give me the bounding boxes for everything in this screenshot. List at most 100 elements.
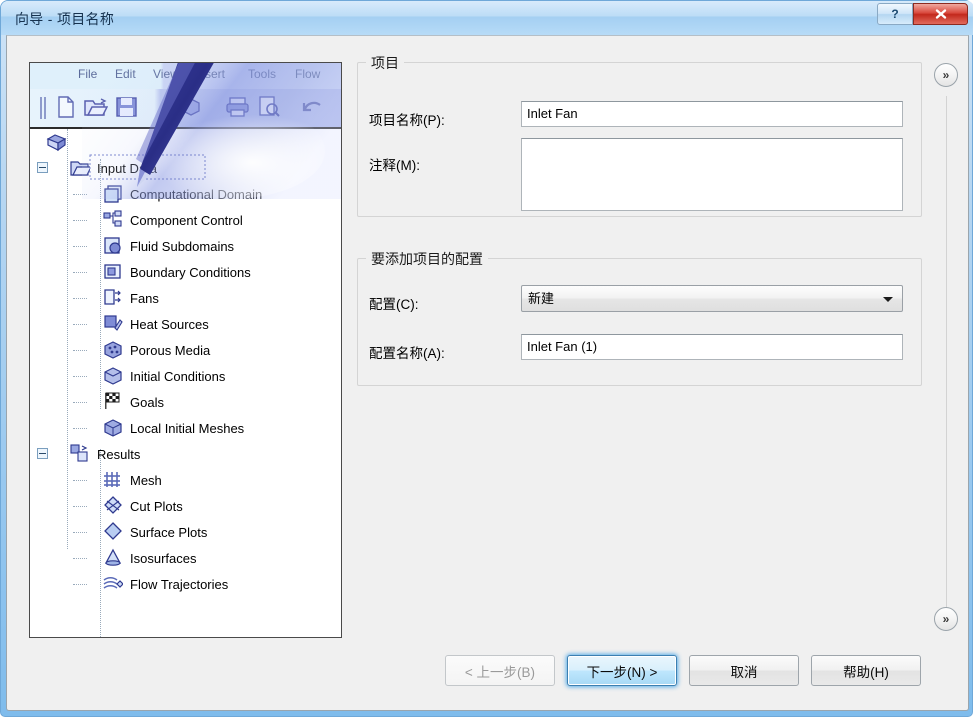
project-group-title: 项目 [366,53,404,73]
menu-item-insert: Insert [195,67,226,81]
menu-item-edit: Edit [115,67,136,81]
print-preview-icon [259,96,280,117]
tree-item-label: Mesh [130,472,162,488]
project-name-input[interactable]: Inlet Fan [521,101,903,127]
domain-box-icon [104,185,122,203]
tree-connector-line [73,194,87,195]
tree-item-fans[interactable]: Fans [30,285,341,311]
tree-item-initial-conditions[interactable]: Initial Conditions [30,363,341,389]
tree-item-label: Isosurfaces [130,550,197,566]
next-button[interactable]: 下一步(N) > [567,655,677,686]
tree-item-boundary-conditions[interactable]: Boundary Conditions [30,259,341,285]
svg-text:?: ? [891,7,898,21]
preview-menu-bar: File Edit View Insert Tools Flow [30,63,341,90]
tree-rows-container: Input Data Computational Domain Component … [30,155,341,597]
menu-item-flow: Flow [295,67,321,81]
tree-item-computational-domain[interactable]: Computational Domain [30,181,341,207]
print-icon [226,97,249,117]
tree-collapse-icon[interactable] [37,448,48,459]
tree-connector-line [73,584,87,585]
results-icon [70,444,88,462]
right-panel-divider [946,96,947,611]
tree-connector-line [73,428,87,429]
configuration-groupbox: 要添加项目的配置 [357,249,922,386]
tree-item-local-initial-meshes[interactable]: Local Initial Meshes [30,415,341,441]
configuration-dropdown-value: 新建 [528,291,555,306]
save-disk-icon [116,97,137,117]
project-comment-textarea[interactable] [521,138,903,211]
local-mesh-icon [104,419,122,437]
configuration-label: 配置(C): [369,297,419,312]
new-file-icon [58,96,74,118]
configuration-group-title: 要添加项目的配置 [366,249,488,269]
tree-item-label: Boundary Conditions [130,264,251,280]
title-bar: 向导 - 项目名称 ? [1,1,973,35]
tree-item-label: Results [97,446,141,462]
tree-item-label: Cut Plots [130,498,183,514]
tree-item-mesh[interactable]: Mesh [30,467,341,493]
wizard-window: 向导 - 项目名称 ? File Edit View Insert Tools … [0,0,973,717]
tree-item-results[interactable]: Results [30,441,341,467]
dialog-client-area: File Edit View Insert Tools Flow Input D… [6,35,969,711]
tree-item-surface-plots[interactable]: Surface Plots [30,519,341,545]
tree-item-input-data[interactable]: Input Data [30,155,341,181]
chevron-down-icon [883,296,893,302]
help-footer-button[interactable]: 帮助(H) [811,655,921,686]
tree-connector-line [73,558,87,559]
tree-connector-line [73,532,87,533]
tree-connector-line [73,402,87,403]
tree-connector-line [73,506,87,507]
cancel-button[interactable]: 取消 [689,655,799,686]
expand-bottom-button[interactable]: » [934,607,958,631]
tree-item-flow-trajectories[interactable]: Flow Trajectories [30,571,341,597]
project-root-icon [46,134,67,152]
tree-connector-line [73,350,87,351]
tree-item-porous-media[interactable]: Porous Media [30,337,341,363]
project-name-label: 项目名称(P): [369,113,445,128]
tree-item-heat-sources[interactable]: Heat Sources [30,311,341,337]
help-button[interactable]: ? [877,3,913,25]
tree-item-isosurfaces[interactable]: Isosurfaces [30,545,341,571]
tree-item-goals[interactable]: Goals [30,389,341,415]
tree-connector-line [73,324,87,325]
heat-source-icon [104,315,123,331]
fan-icon [104,289,121,305]
tree-item-fluid-subdomains[interactable]: Fluid Subdomains [30,233,341,259]
back-button[interactable]: < 上一步(B) [445,655,555,686]
configuration-name-input[interactable]: Inlet Fan (1) [521,334,903,360]
component-tree-icon [103,210,122,227]
mesh-grid-icon [104,472,120,487]
configuration-dropdown[interactable]: 新建 [521,285,903,312]
open-folder-icon [84,98,108,116]
preview-tool-bar [30,89,341,129]
tree-collapse-icon[interactable] [37,162,48,173]
close-button[interactable] [913,3,968,25]
initial-conditions-icon [104,367,122,385]
tree-connector-line [73,480,87,481]
feature-tree: Input Data Computational Domain Component … [30,129,341,637]
tree-item-label: Component Control [130,212,243,228]
tree-item-cut-plots[interactable]: Cut Plots [30,493,341,519]
tree-row-root[interactable] [30,129,341,155]
tree-item-label: Goals [130,394,164,410]
tree-connector-line [73,246,87,247]
folder-open-icon [70,161,90,176]
project-comment-label: 注释(M): [369,158,420,173]
expand-top-button[interactable]: » [934,63,958,87]
caption-button-group: ? [877,3,968,25]
close-icon [935,9,946,19]
tree-connector-line [73,272,87,273]
menu-item-file: File [78,67,98,81]
tree-item-label: Fans [130,290,159,306]
tree-item-component-control[interactable]: Component Control [30,207,341,233]
porous-media-icon [104,341,122,359]
fluid-subdomain-icon [104,237,121,254]
tree-item-label: Local Initial Meshes [130,420,245,436]
tree-item-label: Initial Conditions [130,368,226,384]
tree-item-label: Porous Media [130,342,211,358]
tree-item-label: Fluid Subdomains [130,238,235,254]
preview-tree-panel: File Edit View Insert Tools Flow Input D… [29,62,342,638]
grip-handle-icon [40,97,46,119]
tree-item-label: Surface Plots [130,524,208,540]
configuration-name-label: 配置名称(A): [369,346,445,361]
